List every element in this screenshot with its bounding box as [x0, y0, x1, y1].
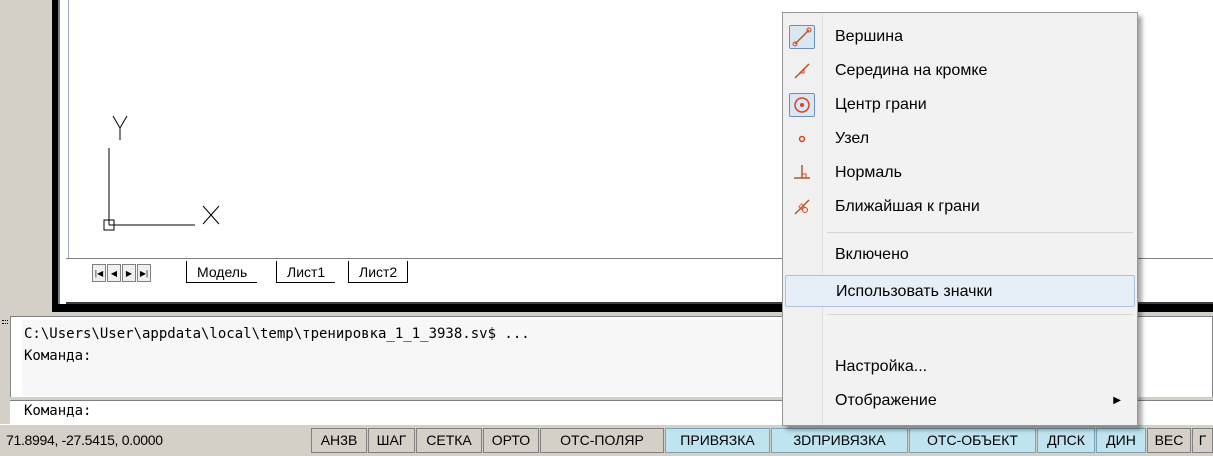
tab-sheet2[interactable]: Лист2 [348, 261, 409, 283]
menu-item-face-center[interactable]: Центр грани [785, 89, 1135, 121]
nearest-face-icon [789, 195, 815, 219]
node-icon [789, 127, 815, 151]
menu-item-vertex[interactable]: Вершина [785, 21, 1135, 53]
command-history-line: C:\Users\User\appdata\local\temp\трениро… [24, 326, 530, 342]
menu-item-label: Вершина [835, 28, 903, 45]
tab-sheet1[interactable]: Лист1 [276, 261, 336, 283]
status-btn-dyn[interactable]: ДИН [1096, 428, 1146, 453]
status-btn-ducs[interactable]: ДПСК [1037, 428, 1095, 453]
face-center-icon [789, 93, 815, 117]
menu-item-label: Ближайшая к грани [835, 198, 980, 215]
submenu-arrow-icon: ▶ [1113, 395, 1121, 406]
status-btn-snap[interactable]: ШАГ [368, 428, 415, 453]
status-btn-polar[interactable]: ОТС-ПОЛЯР [540, 428, 664, 453]
menu-item-display[interactable]: Отображение ▶ [785, 385, 1135, 417]
command-grip[interactable] [0, 316, 10, 416]
midpoint-edge-icon [789, 59, 815, 83]
menu-item-label: Узел [835, 130, 870, 147]
ucs-icon: Y X [103, 115, 220, 231]
perpendicular-icon [789, 161, 815, 185]
status-btn-otrack[interactable]: ОТС-ОБЪЕКТ [909, 428, 1036, 453]
coordinates-readout: 71.8994, -27.5415, 0.0000 [6, 432, 163, 448]
status-btn-lwt[interactable]: ВЕС [1147, 428, 1191, 453]
menu-item-label: Середина на кромке [835, 62, 988, 79]
left-grip-strip [0, 0, 10, 312]
menu-item-node[interactable]: Узел [785, 123, 1135, 155]
osnap-context-menu: Вершина Середина на кромке Центр грани У… [782, 12, 1138, 426]
status-btn-ortho[interactable]: ОРТО [483, 428, 539, 453]
status-btn-3dosnap[interactable]: 3DПРИВЯЗКА [771, 428, 908, 453]
tab-model[interactable]: Модель [186, 261, 258, 283]
menu-item-use-icons[interactable]: Использовать значки [785, 275, 1135, 307]
status-bar: 71.8994, -27.5415, 0.0000 АН3В ШАГ СЕТКА… [0, 424, 1213, 456]
status-btn-anzv[interactable]: АН3В [311, 428, 367, 453]
status-btn-grid[interactable]: СЕТКА [416, 428, 482, 453]
menu-item-settings[interactable]: Настройка... [785, 351, 1135, 383]
prev-tab-icon[interactable]: ◀ [107, 264, 121, 282]
menu-item-perpendicular[interactable]: Нормаль [785, 157, 1135, 189]
menu-item-label: Центр грани [835, 96, 927, 113]
next-tab-icon[interactable]: ▶ [122, 264, 136, 282]
menu-item-label: Нормаль [835, 164, 902, 181]
first-tab-icon[interactable]: |◀ [92, 264, 106, 282]
menu-item-midpoint-edge[interactable]: Середина на кромке [785, 55, 1135, 87]
last-tab-icon[interactable]: ▶| [137, 264, 151, 282]
command-prompt: Команда: [24, 403, 92, 419]
menu-item-enabled[interactable]: Включено [785, 239, 1135, 271]
vertex-snap-icon [789, 25, 815, 49]
status-btn-osnap[interactable]: ПРИВЯЗКА [665, 428, 770, 453]
command-history-line: Команда: [24, 348, 92, 364]
status-btn-more[interactable]: Г [1192, 428, 1213, 453]
tab-navigation: |◀ ◀ ▶ ▶| [92, 264, 152, 282]
menu-item-nearest-face[interactable]: Ближайшая к грани [785, 191, 1135, 223]
